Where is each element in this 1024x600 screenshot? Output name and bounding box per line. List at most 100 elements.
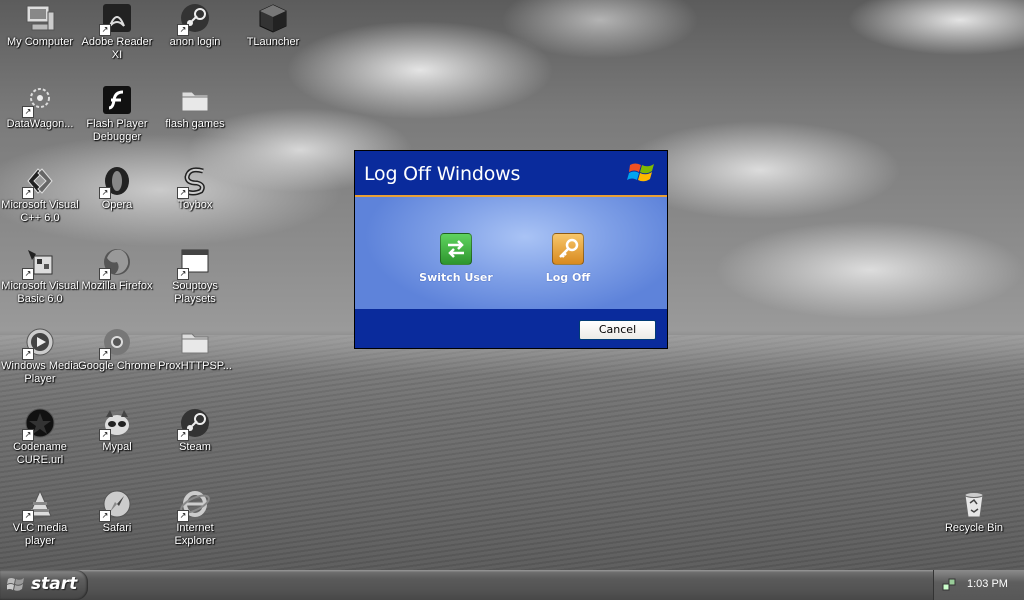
cancel-button[interactable]: Cancel xyxy=(579,320,656,340)
taskbar: start 1:03 PM xyxy=(0,570,1024,600)
desktop-icon-label: Internet Explorer xyxy=(174,522,216,547)
shortcut-arrow-icon: ↗ xyxy=(22,510,34,522)
dialog-title: Log Off Windows xyxy=(364,163,521,185)
network-icon[interactable] xyxy=(942,578,956,592)
desktop-icon-flash-player-debugger[interactable]: Flash Player Debugger xyxy=(77,84,157,144)
shortcut-arrow-icon: ↗ xyxy=(99,429,111,441)
steam-icon: ↗ xyxy=(177,407,211,441)
desktop-icon-label: anon login xyxy=(169,36,221,48)
adobe-reader-icon: ↗ xyxy=(99,2,133,36)
desktop-icon-steam[interactable]: ↗ Steam xyxy=(155,407,235,454)
desktop-icon-safari[interactable]: ↗ Safari xyxy=(77,488,157,535)
desktop-icon-label: Mozilla Firefox xyxy=(81,280,153,292)
desktop-icon-label: Souptoys Playsets xyxy=(172,280,218,305)
desktop-icon-adobe-reader[interactable]: ↗ Adobe Reader XI xyxy=(77,2,157,62)
internet-explorer-icon: ↗ xyxy=(177,488,211,522)
desktop-icon-anon-login[interactable]: ↗ anon login xyxy=(155,2,235,49)
toybox-icon: ↗ xyxy=(177,165,211,199)
start-button[interactable]: start xyxy=(0,570,88,600)
desktop-icon-google-chrome[interactable]: ↗ Google Chrome xyxy=(77,326,157,373)
shortcut-arrow-icon: ↗ xyxy=(177,24,189,36)
shortcut-arrow-icon: ↗ xyxy=(22,348,34,360)
clock[interactable]: 1:03 PM xyxy=(967,578,1008,590)
firefox-icon: ↗ xyxy=(99,246,133,280)
shortcut-arrow-icon: ↗ xyxy=(177,268,189,280)
windows-logo-icon xyxy=(627,157,659,189)
shortcut-arrow-icon: ↗ xyxy=(177,510,189,522)
steam-icon: ↗ xyxy=(177,2,211,36)
desktop-icon-label: My Computer xyxy=(6,36,74,48)
desktop-icon-label: Mypal xyxy=(102,441,132,453)
folder-icon xyxy=(179,326,211,358)
desktop-icon-opera[interactable]: ↗ Opera xyxy=(77,165,157,212)
flash-icon xyxy=(101,84,133,116)
shortcut-arrow-icon: ↗ xyxy=(177,187,189,199)
desktop-icon-visual-cpp[interactable]: ↗ Microsoft Visual C++ 6.0 xyxy=(0,165,80,225)
visual-basic-icon: ↗ xyxy=(22,246,56,280)
desktop-icon-label: Microsoft Visual C++ 6.0 xyxy=(1,199,79,224)
desktop-icon-label: Google Chrome xyxy=(78,360,156,372)
desktop-icon-mypal[interactable]: ↗ Mypal xyxy=(77,407,157,454)
switch-user-icon[interactable] xyxy=(440,233,472,265)
shortcut-arrow-icon: ↗ xyxy=(99,24,111,36)
log-off-dialog: Log Off Windows Switch User Log Off Canc… xyxy=(354,150,668,349)
vlc-cone-icon: ↗ xyxy=(22,488,56,522)
desktop-icon-vlc[interactable]: ↗ VLC media player xyxy=(0,488,80,548)
recycle-bin-icon xyxy=(958,488,990,520)
desktop-icon-label: Adobe Reader XI xyxy=(81,36,153,61)
windows-logo-icon xyxy=(6,576,26,593)
desktop-icon-my-computer[interactable]: My Computer xyxy=(0,2,80,49)
system-tray: 1:03 PM xyxy=(933,570,1024,600)
application-window-icon: ↗ xyxy=(177,246,211,280)
log-off-option[interactable]: Log Off xyxy=(523,233,613,284)
desktop-icon-flash-games[interactable]: flash games xyxy=(155,84,235,131)
desktop-icon-visual-basic[interactable]: ↗ Microsoft Visual Basic 6.0 xyxy=(0,246,80,306)
desktop-icon-label: Toybox xyxy=(177,199,213,211)
desktop-icon-toybox[interactable]: ↗ Toybox xyxy=(155,165,235,212)
visual-cpp-icon: ↗ xyxy=(22,165,56,199)
desktop-icon-recycle-bin[interactable]: Recycle Bin xyxy=(934,488,1014,535)
shortcut-arrow-icon: ↗ xyxy=(99,187,111,199)
desktop-icon-internet-explorer[interactable]: ↗ Internet Explorer xyxy=(155,488,235,548)
desktop-icon-label: ProxHTTPSP... xyxy=(158,360,232,372)
desktop-icon-proxhttpsp[interactable]: ProxHTTPSP... xyxy=(155,326,235,373)
shortcut-arrow-icon: ↗ xyxy=(99,348,111,360)
desktop-icon-label: Flash Player Debugger xyxy=(86,118,148,143)
shortcut-arrow-icon: ↗ xyxy=(22,268,34,280)
folder-icon xyxy=(179,84,211,116)
desktop-icon-label: Windows Media Player xyxy=(1,360,79,385)
desktop-icon-souptoys[interactable]: ↗ Souptoys Playsets xyxy=(155,246,235,306)
desktop-icon-label: Steam xyxy=(179,441,211,453)
desktop-icon-mozilla-firefox[interactable]: ↗ Mozilla Firefox xyxy=(77,246,157,293)
dialog-footer: Cancel xyxy=(355,309,667,348)
dialog-header: Log Off Windows xyxy=(355,151,667,195)
desktop-icon-label: Microsoft Visual Basic 6.0 xyxy=(1,280,79,305)
tlauncher-block-icon xyxy=(257,2,289,34)
shortcut-arrow-icon: ↗ xyxy=(22,429,34,441)
shortcut-arrow-icon: ↗ xyxy=(22,187,34,199)
desktop-icon-datawagon[interactable]: ↗ DataWagon... xyxy=(0,84,80,131)
desktop-icon-windows-media-player[interactable]: ↗ Windows Media Player xyxy=(0,326,80,386)
safari-compass-icon: ↗ xyxy=(99,488,133,522)
log-off-label: Log Off xyxy=(545,271,591,284)
codename-cure-icon: ↗ xyxy=(22,407,56,441)
start-label: start xyxy=(31,574,78,594)
desktop-icon-label: Opera xyxy=(101,199,133,211)
desktop-icon-codename-cure[interactable]: ↗ Codename CURE.url xyxy=(0,407,80,467)
desktop-icon-tlauncher[interactable]: TLauncher xyxy=(233,2,313,49)
datawagon-icon: ↗ xyxy=(22,84,56,118)
computer-icon xyxy=(24,2,56,34)
switch-user-option[interactable]: Switch User xyxy=(411,233,501,284)
media-player-icon: ↗ xyxy=(22,326,56,360)
switch-user-label: Switch User xyxy=(419,271,493,284)
shortcut-arrow-icon: ↗ xyxy=(22,106,34,118)
desktop-icon-label: VLC media player xyxy=(12,522,68,547)
shortcut-arrow-icon: ↗ xyxy=(99,510,111,522)
mypal-raccoon-icon: ↗ xyxy=(99,407,133,441)
chrome-icon: ↗ xyxy=(99,326,133,360)
shortcut-arrow-icon: ↗ xyxy=(177,429,189,441)
desktop-icon-label: Codename CURE.url xyxy=(13,441,67,466)
key-icon[interactable] xyxy=(552,233,584,265)
desktop-icon-label: TLauncher xyxy=(246,36,300,48)
desktop-icon-label: Safari xyxy=(102,522,132,534)
